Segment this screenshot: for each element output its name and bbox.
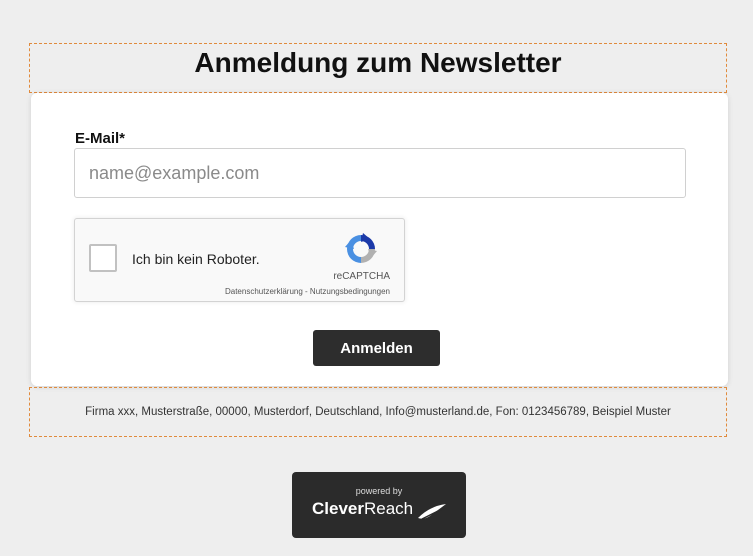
email-label: E-Mail*	[75, 130, 126, 147]
footer-box: Firma xxx, Musterstraße, 00000, Musterdo…	[29, 387, 727, 437]
recaptcha-checkbox-label: Ich bin kein Roboter.	[132, 251, 260, 267]
recaptcha-links-separator: -	[302, 287, 310, 296]
recaptcha-logo-icon	[343, 231, 379, 267]
recaptcha-privacy-link[interactable]: Datenschutzerklärung	[225, 287, 303, 296]
badge-brand-name: CleverReach	[312, 499, 413, 519]
badge-brand-regular: Reach	[363, 499, 414, 518]
recaptcha-brand: reCAPTCHA	[333, 271, 390, 282]
signup-form-card: E-Mail* Ich bin kein Roboter. reCAPTCHA …	[31, 93, 728, 386]
email-field[interactable]	[74, 148, 686, 198]
badge-brand-bold: Clever	[312, 499, 364, 518]
recaptcha-terms-link[interactable]: Nutzungsbedingungen	[310, 287, 390, 296]
header-box: Anmeldung zum Newsletter	[29, 43, 727, 93]
recaptcha-links: Datenschutzerklärung - Nutzungsbedingung…	[225, 287, 390, 296]
footer-imprint: Firma xxx, Musterstraße, 00000, Musterdo…	[85, 406, 671, 418]
recaptcha-checkbox[interactable]	[89, 244, 117, 272]
badge-powered-by: powered by	[355, 486, 403, 496]
page-title: Anmeldung zum Newsletter	[194, 47, 562, 78]
cleverreach-badge[interactable]: powered by CleverReach	[292, 472, 466, 538]
recaptcha-widget: Ich bin kein Roboter. reCAPTCHA Datensch…	[74, 218, 405, 302]
subscribe-button[interactable]: Anmelden	[313, 330, 440, 366]
cleverreach-swoosh-icon	[416, 502, 448, 522]
